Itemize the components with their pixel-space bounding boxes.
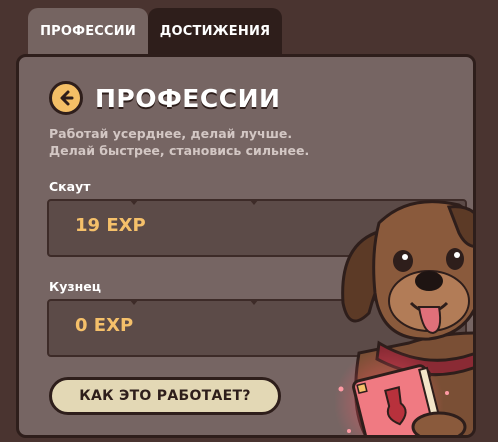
panel-header: ПРОФЕССИИ <box>49 81 280 115</box>
subtitle-line: Делай быстрее, становись сильнее. <box>49 143 310 158</box>
subtitle-line: Работай усерднее, делай лучше. <box>49 126 293 141</box>
arrow-left-icon <box>60 90 74 106</box>
back-button[interactable] <box>49 81 83 115</box>
how-it-works-button[interactable]: КАК ЭТО РАБОТАЕТ? <box>49 377 281 415</box>
panel-subtitle: Работай усерднее, делай лучше. Делай быс… <box>49 125 309 159</box>
professions-panel: ПРОФЕССИИ Работай усерднее, делай лучше.… <box>16 54 476 438</box>
exp-value: 0 EXP <box>75 315 134 336</box>
profession-label-scout: Скаут <box>49 179 91 194</box>
exp-value: 19 EXP <box>75 215 146 236</box>
tab-professions[interactable]: ПРОФЕССИИ <box>28 8 148 54</box>
tab-achievements[interactable]: ДОСТИЖЕНИЯ <box>148 8 282 54</box>
page-title: ПРОФЕССИИ <box>95 83 281 113</box>
profession-label-blacksmith: Кузнец <box>49 279 102 294</box>
tab-bar: ПРОФЕССИИ ДОСТИЖЕНИЯ <box>28 8 282 54</box>
dog-with-book-icon <box>334 200 473 435</box>
